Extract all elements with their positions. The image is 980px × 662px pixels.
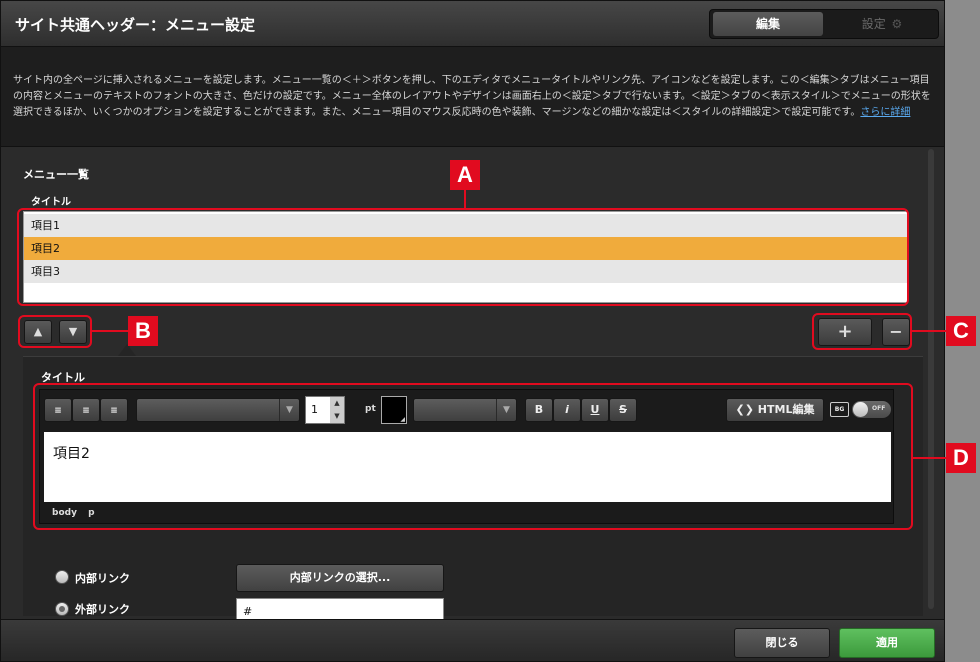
tab-settings[interactable]: 設定 ⚙ xyxy=(828,12,936,36)
mode-tabs: 編集 設定 ⚙ xyxy=(709,9,939,39)
close-button[interactable]: 閉じる xyxy=(734,628,830,658)
callout-d-box xyxy=(33,383,913,530)
internal-link-select-button[interactable]: 内部リンクの選択... xyxy=(236,564,444,592)
callout-a-line xyxy=(464,190,466,208)
external-link-radio[interactable] xyxy=(55,602,69,616)
tab-settings-label: 設定 xyxy=(861,17,886,31)
menu-list-label: メニュー一覧 xyxy=(23,168,89,181)
internal-link-label: 内部リンク xyxy=(75,572,130,585)
window-title: サイト共通ヘッダー：メニュー設定 xyxy=(15,16,256,34)
callout-c-label: C xyxy=(946,316,976,346)
callout-b-line xyxy=(92,330,128,332)
callout-d-label: D xyxy=(946,443,976,473)
scrollbar[interactable] xyxy=(928,149,934,609)
description-text: サイト内の全ページに挿入されるメニューを設定します。メニュー一覧の＜＋＞ボタンを… xyxy=(13,75,931,118)
tab-edit[interactable]: 編集 xyxy=(713,12,823,36)
internal-link-radio[interactable] xyxy=(55,570,69,584)
description-panel: サイト内の全ページに挿入されるメニューを設定します。メニュー一覧の＜＋＞ボタンを… xyxy=(1,47,944,147)
callout-b-label: B xyxy=(128,316,158,346)
callout-d-line xyxy=(913,457,946,459)
callout-a-box xyxy=(17,208,909,306)
dialog-footer: 閉じる 適用 xyxy=(1,619,944,661)
external-link-label: 外部リンク xyxy=(75,603,130,616)
more-details-link[interactable]: さらに詳細 xyxy=(860,107,910,118)
title-bar: サイト共通ヘッダー：メニュー設定 編集 設定 ⚙ xyxy=(1,1,944,47)
menu-list-column-title: タイトル xyxy=(31,197,71,208)
callout-c-line xyxy=(912,330,946,332)
callout-a-label: A xyxy=(450,160,480,190)
callout-c-box xyxy=(812,313,912,350)
callout-b-box xyxy=(18,315,92,348)
apply-button[interactable]: 適用 xyxy=(839,628,935,658)
gear-icon: ⚙ xyxy=(891,17,903,31)
